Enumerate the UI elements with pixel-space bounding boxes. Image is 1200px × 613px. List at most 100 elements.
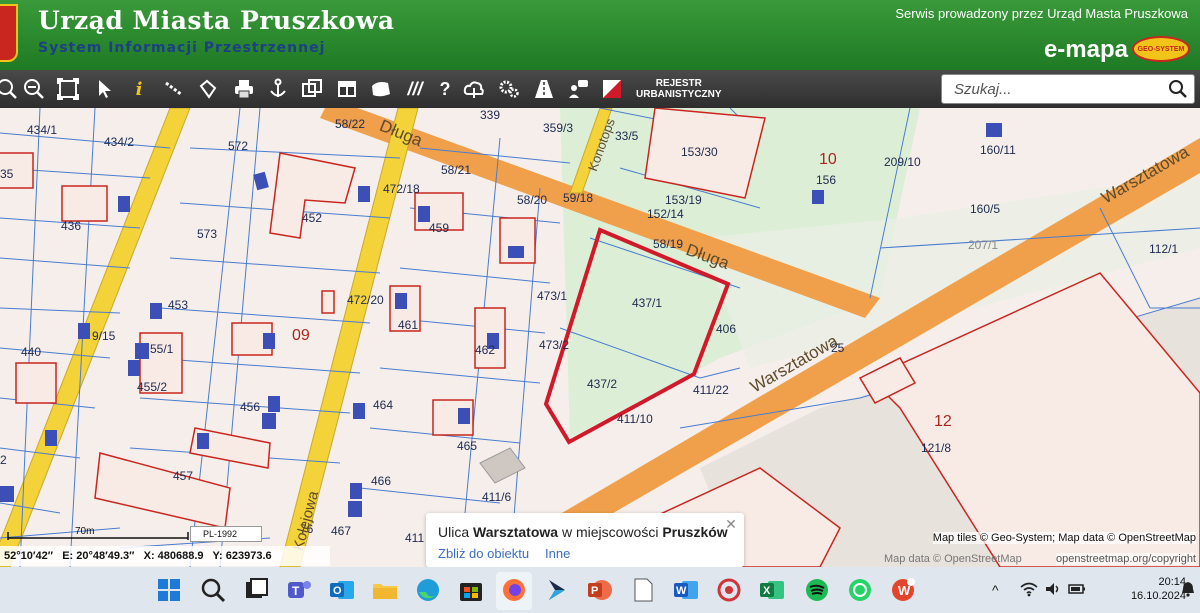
parcel-label: 153/30: [681, 145, 718, 159]
hatch-icon[interactable]: ///: [402, 76, 428, 102]
measure-line-icon[interactable]: [161, 76, 187, 102]
district-label: 09: [292, 327, 310, 344]
rejestr-line1: REJESTR: [655, 78, 702, 89]
notification-bell-icon[interactable]: [1181, 581, 1195, 597]
parcel-label: 472/20: [347, 293, 384, 307]
parcel-label: 35: [0, 167, 14, 181]
clock[interactable]: 20:14 16.10.2024: [1131, 575, 1186, 603]
store-icon[interactable]: [457, 576, 485, 604]
settings-icon[interactable]: [496, 76, 522, 102]
parcel-label: 456: [240, 400, 261, 414]
rejestr-line2: URBANISTYCZNY: [636, 89, 722, 100]
scale-label: 70m: [75, 526, 95, 537]
shape-icon[interactable]: [368, 76, 394, 102]
parcel-label: 209/10: [884, 155, 921, 169]
spotify-icon[interactable]: [803, 576, 831, 604]
speaker-icon[interactable]: [1044, 581, 1062, 597]
district-label: 12: [934, 413, 952, 430]
no-entry-icon[interactable]: [599, 76, 625, 102]
anchor-icon[interactable]: [265, 76, 291, 102]
osm-copyright-link[interactable]: openstreetmap.org/copyright: [1055, 553, 1196, 565]
edge-icon[interactable]: [414, 576, 442, 604]
print-icon[interactable]: [231, 76, 257, 102]
svg-text:P: P: [591, 585, 598, 597]
other-link[interactable]: Inne: [545, 546, 570, 561]
parcel-label: 573: [197, 227, 218, 241]
zoom-extent-icon[interactable]: [55, 76, 81, 102]
parcel-label: 411: [405, 531, 425, 545]
search-input[interactable]: [942, 75, 1162, 103]
task-view-icon[interactable]: [242, 576, 270, 604]
parcel-label: 437/1: [632, 296, 663, 310]
svg-text:X: X: [763, 585, 771, 597]
parcel-label: 436: [61, 219, 82, 233]
brand-name[interactable]: e-mapa: [1044, 36, 1128, 64]
parcel-label: 58/19: [653, 237, 684, 251]
close-icon[interactable]: ✕: [724, 517, 738, 531]
parcel-label: 459: [429, 221, 450, 235]
search-icon[interactable]: [199, 576, 227, 604]
windows-taskbar: T O P W X W ^ 20:14 16.10.2024: [0, 567, 1200, 613]
select-arrow-icon[interactable]: [92, 76, 118, 102]
teams-icon[interactable]: T: [285, 576, 313, 604]
clock-time: 20:14: [1158, 576, 1186, 588]
svg-text:T: T: [292, 584, 300, 598]
popup-title: Ulica Warsztatowa w miejscowości Pruszkó…: [438, 524, 728, 540]
layout-icon[interactable]: [334, 76, 360, 102]
app-subtitle: System Informacji Przestrzennej: [38, 40, 326, 56]
road-icon[interactable]: [531, 76, 557, 102]
crs-select[interactable]: PL-1992: [190, 526, 262, 542]
parcel-label: 473/1: [537, 289, 568, 303]
popup-middle: w miejscowości: [558, 524, 663, 540]
parcel-label: 455/2: [137, 380, 168, 394]
map-data-under: Map data © OpenStreetMap: [884, 553, 1022, 565]
map-canvas[interactable]: 434/1 434/2 572 58/22 339 359/3 33/5 153…: [0, 108, 1200, 567]
wifi-icon[interactable]: [1020, 581, 1038, 597]
cloud-upload-icon[interactable]: [461, 76, 487, 102]
parcel-label: 58/21: [441, 163, 472, 177]
parcel-label: 58/22: [335, 117, 366, 131]
service-text: Serwis prowadzony przez Urząd Masta Prus…: [895, 6, 1188, 21]
parcel-label: 453: [168, 298, 189, 312]
windows-start-icon[interactable]: [155, 576, 183, 604]
svg-text:O: O: [333, 585, 342, 597]
dev-app-icon[interactable]: [543, 576, 571, 604]
feature-popup: Ulica Warsztatowa w miejscowości Pruszkó…: [426, 513, 744, 567]
parcel-label: 58/20: [517, 193, 548, 207]
parcel-label: 112/1: [1149, 242, 1179, 256]
firefox-icon[interactable]: [500, 576, 528, 604]
outlook-icon[interactable]: O: [328, 576, 356, 604]
x-coord: X: 480688.9: [143, 550, 204, 562]
zoom-in-icon[interactable]: [0, 76, 20, 102]
parcel-label: 440: [21, 345, 42, 359]
parcel-label: 9/15: [92, 329, 116, 343]
whatsapp-icon[interactable]: [846, 576, 874, 604]
parcel-label: 437/2: [587, 377, 618, 391]
office-icon[interactable]: W: [889, 576, 917, 604]
file-explorer-icon[interactable]: [371, 576, 399, 604]
battery-icon[interactable]: [1068, 582, 1086, 596]
help-icon[interactable]: ?: [432, 76, 458, 102]
word-icon[interactable]: W: [672, 576, 700, 604]
measure-area-icon[interactable]: [195, 76, 221, 102]
info-icon[interactable]: i: [126, 76, 152, 102]
chevron-up-icon[interactable]: ^: [992, 582, 999, 598]
popup-street: Warsztatowa: [473, 524, 559, 540]
search-icon[interactable]: [1168, 79, 1188, 99]
screen-recorder-icon[interactable]: [715, 576, 743, 604]
app-title: Urząd Miasta Pruszkowa: [38, 6, 395, 35]
parcel-label: 59/18: [563, 191, 594, 205]
parcel-label: 339: [480, 108, 501, 122]
zoom-out-icon[interactable]: [21, 76, 47, 102]
powerpoint-icon[interactable]: P: [586, 576, 614, 604]
search-box: [941, 74, 1195, 104]
parcel-label: 473/2: [539, 338, 570, 352]
layers-icon[interactable]: [299, 76, 325, 102]
user-chat-icon[interactable]: [565, 76, 591, 102]
popup-prefix: Ulica: [438, 524, 474, 540]
parcel-label: 359/3: [543, 121, 574, 135]
rejestr-urbanistyczny-button[interactable]: REJESTR URBANISTYCZNY: [636, 78, 722, 100]
excel-icon[interactable]: X: [758, 576, 786, 604]
zoom-to-object-link[interactable]: Zbliż do obiektu: [438, 546, 529, 561]
notepad-icon[interactable]: [629, 576, 657, 604]
